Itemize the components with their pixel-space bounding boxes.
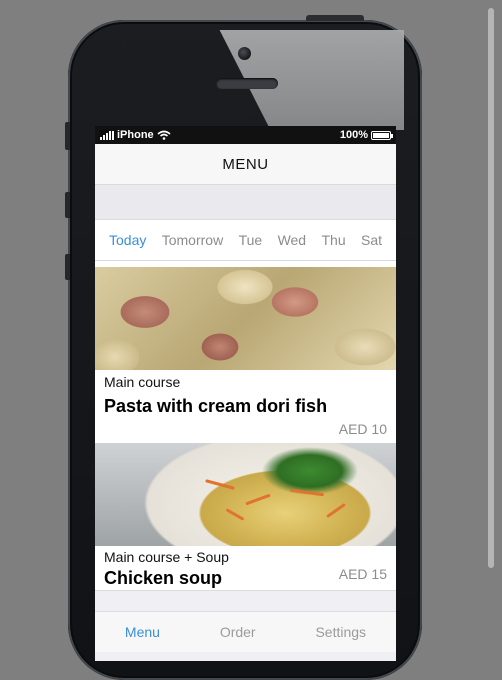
day-tabs: Today Tomorrow Tue Wed Thu Sat	[95, 220, 396, 261]
menu-item-card[interactable]: Main course Pasta with cream dori fish A…	[95, 267, 396, 443]
app-screen: iPhone 100% MENU Today Tomorrow Tue Wed …	[95, 126, 396, 661]
menu-item-category: Main course + Soup	[104, 549, 229, 565]
tab-tue[interactable]: Tue	[239, 232, 263, 248]
mute-switch	[65, 122, 70, 150]
pasta-photo	[95, 267, 396, 370]
tab-today[interactable]: Today	[109, 232, 146, 248]
page-title: MENU	[222, 155, 269, 173]
list-footer-gap	[95, 590, 396, 612]
power-button	[306, 15, 364, 21]
volume-down-button	[65, 254, 70, 280]
nav-bar: MENU	[95, 144, 396, 185]
page-scrollbar[interactable]	[488, 8, 494, 568]
tab-order[interactable]: Order	[220, 624, 256, 640]
tab-menu[interactable]: Menu	[125, 624, 160, 640]
tab-thu[interactable]: Thu	[321, 232, 345, 248]
status-bar: iPhone 100%	[95, 126, 396, 144]
tab-settings[interactable]: Settings	[315, 624, 366, 640]
menu-item-card[interactable]: Main course + Soup Chicken soup AED 15	[95, 443, 396, 590]
earpiece-speaker	[216, 78, 278, 89]
bottom-tab-bar: Menu Order Settings	[95, 612, 396, 652]
front-camera	[238, 47, 251, 60]
header-spacer	[95, 185, 396, 220]
battery-percent: 100%	[339, 129, 368, 141]
wifi-icon	[157, 130, 171, 140]
menu-item-name: Pasta with cream dori fish	[104, 396, 328, 416]
menu-item-price: AED 15	[338, 566, 387, 582]
volume-up-button	[65, 192, 70, 218]
carrier-label: iPhone	[117, 129, 154, 141]
menu-item-category: Main course	[104, 374, 181, 390]
battery-icon	[371, 130, 393, 140]
tab-wed[interactable]: Wed	[278, 232, 307, 248]
signal-icon	[100, 130, 114, 140]
soup-photo	[95, 443, 396, 546]
tab-tomorrow[interactable]: Tomorrow	[162, 232, 223, 248]
menu-item-price: AED 10	[338, 421, 387, 437]
tab-sat[interactable]: Sat	[361, 232, 382, 248]
